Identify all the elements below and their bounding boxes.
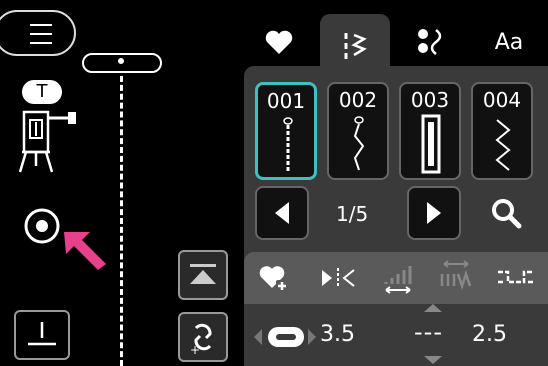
stitch-length-icon[interactable]	[252, 320, 318, 354]
next-page-button[interactable]	[407, 186, 461, 240]
triangle-left-icon	[275, 202, 289, 224]
presser-foot-icon	[18, 110, 76, 173]
stitch-number: 002	[338, 88, 378, 112]
straight-stitch-icon	[283, 117, 293, 171]
needle-position-icon[interactable]	[22, 206, 62, 246]
svg-text:+: +	[190, 343, 200, 357]
stitch-density-icon	[384, 266, 412, 294]
tab-decorative[interactable]	[396, 14, 466, 70]
triple-stitch-icon	[353, 116, 365, 171]
stitch-length-value: 3.5	[320, 322, 355, 347]
stitch-number: 001	[266, 89, 306, 113]
stitch-number: 003	[410, 88, 450, 112]
stitch-width-value: 2.5	[472, 322, 507, 347]
needle-down-button[interactable]	[14, 310, 70, 360]
stitch-parameters-row: 3.5 --- 2.5	[244, 304, 548, 366]
stitch-width-placeholder: ---	[414, 318, 443, 346]
stitch-preview-line	[120, 76, 123, 366]
alphabet-label: Aa	[494, 29, 524, 55]
menu-button[interactable]	[0, 10, 76, 56]
width-up-icon[interactable]	[422, 302, 444, 314]
presser-foot-badge: T	[22, 80, 62, 104]
add-favorite-icon[interactable]	[258, 264, 290, 294]
tie-off-icon[interactable]	[496, 266, 536, 288]
previous-page-button[interactable]	[255, 186, 309, 240]
page-indicator: 1/5	[336, 202, 369, 226]
tab-alphabet[interactable]: Aa	[474, 14, 544, 70]
search-icon[interactable]	[490, 197, 522, 229]
stitch-tile-001[interactable]: 001	[255, 82, 317, 180]
stitch-tile-002[interactable]: 002	[327, 82, 389, 180]
zigzag-stitch-icon	[495, 119, 511, 171]
balance-icon	[440, 260, 472, 290]
link-stitch-button[interactable]: +	[178, 312, 228, 362]
buttonhole-stitch-icon	[421, 114, 441, 174]
needle-up-button[interactable]	[178, 250, 228, 300]
stitch-list-icon	[344, 33, 367, 59]
stitch-tile-003[interactable]: 003	[399, 82, 461, 180]
tab-favorites[interactable]	[244, 14, 314, 70]
stitch-tile-004[interactable]: 004	[471, 82, 533, 180]
stitch-center-dot	[118, 58, 124, 64]
stitch-settings-panel: 3.5 --- 2.5	[244, 252, 548, 366]
stitch-number: 004	[482, 88, 522, 112]
mirror-icon[interactable]	[320, 266, 356, 290]
pointer-arrow-icon	[64, 232, 106, 270]
width-down-icon[interactable]	[422, 354, 444, 366]
decorative-stitch-icon	[418, 29, 442, 55]
triangle-right-icon	[427, 202, 441, 224]
heart-icon	[265, 30, 293, 54]
